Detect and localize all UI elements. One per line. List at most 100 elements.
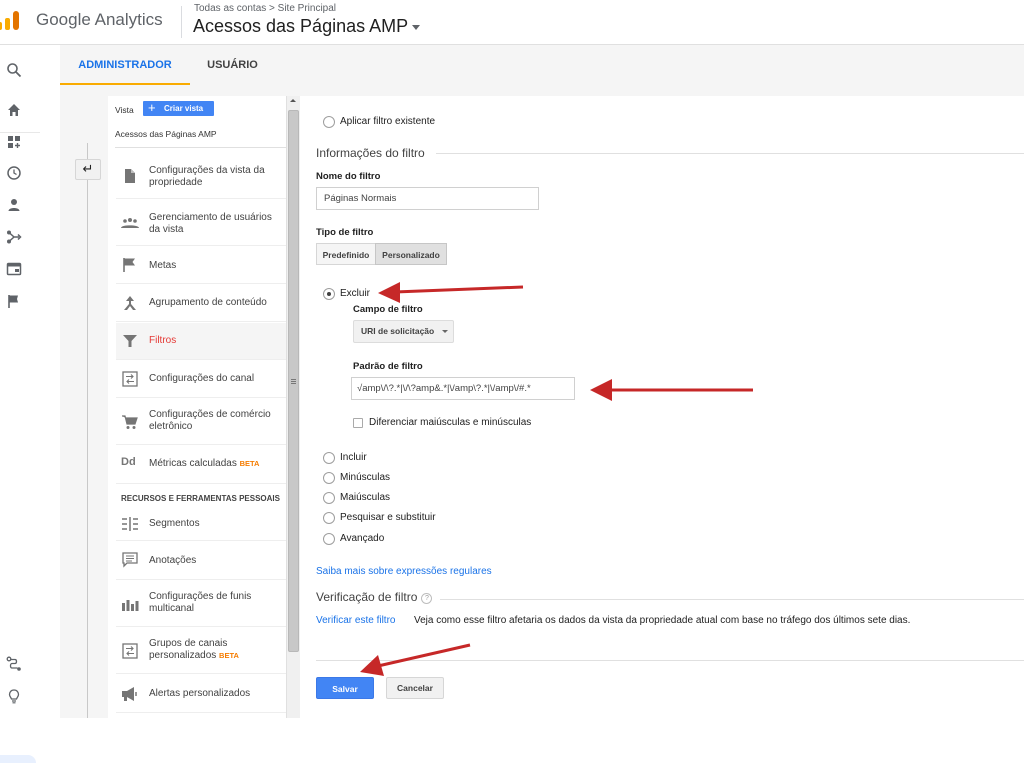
nav-item-label: Gerenciamento de usuários da vista	[149, 212, 272, 235]
uppercase-label: Maiúsculas	[340, 492, 391, 503]
personal-tools-section-title: RECURSOS E FERRAMENTAS PESSOAIS	[121, 494, 280, 503]
filter-verification-title-text: Verificação de filtro	[316, 590, 418, 604]
grip-icon	[291, 379, 296, 384]
nav-item-label: Metas	[149, 260, 177, 271]
channel-groups-icon	[122, 643, 138, 659]
document-icon	[125, 169, 135, 183]
nav-item-label-text: Métricas calculadas	[149, 458, 237, 469]
discover-lightbulb-icon[interactable]	[6, 688, 22, 704]
admin-view-column: Vista + Criar vista Acessos das Páginas …	[108, 96, 286, 718]
view-title: Acessos das Páginas AMP	[193, 16, 409, 36]
filter-field-value: URI de solicitação	[361, 326, 435, 336]
nav-item-view-settings[interactable]: Configurações da vista da propriedade	[116, 154, 286, 199]
filter-pattern-input[interactable]: √amp\/\?.*|\/\?amp&.*|\/amp\?.*|\/amp\/#…	[351, 377, 575, 400]
nav-item-label: Configurações da vista da propriedade	[149, 165, 265, 188]
home-icon[interactable]	[6, 102, 22, 118]
acquisition-icon[interactable]	[6, 229, 22, 245]
audience-person-icon[interactable]	[6, 197, 22, 213]
case-sensitive-label: Diferenciar maiúsculas e minúsculas	[369, 417, 532, 428]
nav-item-label: Configurações do canal	[149, 373, 255, 384]
help-icon[interactable]: ?	[421, 593, 433, 604]
channel-settings-icon	[122, 371, 138, 387]
nav-item-label: Métricas calculadas BETA	[149, 458, 284, 470]
form-footer-divider	[316, 660, 1024, 661]
filter-type-custom-button[interactable]: Personalizado	[375, 243, 447, 265]
nav-item-mcf-settings[interactable]: Configurações de funis multicanal	[116, 581, 286, 627]
admin-tabs: ADMINISTRADOR USUÁRIO	[60, 45, 1024, 85]
create-view-button[interactable]: + Criar vista	[143, 101, 214, 116]
view-name[interactable]: Acessos das Páginas AMP	[115, 129, 217, 139]
view-selector[interactable]: Acessos das Páginas AMP	[193, 16, 421, 37]
search-icon[interactable]	[6, 62, 22, 78]
create-view-label: Criar vista	[164, 104, 204, 113]
nav-item-content-grouping[interactable]: Agrupamento de conteúdo	[116, 285, 286, 322]
verify-filter-link[interactable]: Verificar este filtro	[316, 615, 395, 626]
search-replace-radio[interactable]	[323, 512, 335, 524]
save-button[interactable]: Salvar	[316, 677, 374, 699]
scroll-up-arrow-icon[interactable]	[290, 99, 296, 102]
annotations-icon	[122, 552, 138, 568]
conversions-flag-icon[interactable]	[6, 293, 22, 309]
realtime-clock-icon[interactable]	[6, 165, 22, 181]
search-replace-label: Pesquisar e substituir	[340, 512, 436, 523]
nav-item-label: Grupos de canais personalizados BETA	[149, 638, 284, 662]
lowercase-radio[interactable]	[323, 472, 335, 484]
nav-item-custom-channel-groups[interactable]: Grupos de canais personalizados BETA	[116, 628, 286, 674]
filter-type-predefined-button[interactable]: Predefinido	[316, 243, 376, 265]
back-button[interactable]: ↵	[75, 159, 101, 180]
filter-field-select[interactable]: URI de solicitação	[353, 320, 454, 343]
exclude-radio[interactable]	[323, 288, 335, 300]
filter-type-label: Tipo de filtro	[316, 227, 374, 238]
advanced-label: Avançado	[340, 533, 385, 544]
nav-item-label: Alertas personalizados	[149, 688, 251, 699]
section-divider	[440, 599, 1024, 600]
left-rail	[0, 45, 60, 763]
uppercase-radio[interactable]	[323, 492, 335, 504]
filter-icon	[123, 335, 137, 347]
advanced-radio[interactable]	[323, 533, 335, 545]
nav-item-filters[interactable]: Filtros	[116, 323, 286, 360]
filter-name-input[interactable]: Páginas Normais	[316, 187, 539, 210]
cancel-button[interactable]: Cancelar	[386, 677, 444, 699]
nav-item-user-management[interactable]: Gerenciamento de usuários da vista	[116, 200, 286, 246]
nav-scrollbar[interactable]	[286, 96, 300, 718]
behavior-icon[interactable]	[6, 261, 22, 277]
megaphone-icon	[122, 687, 137, 701]
nav-item-annotations[interactable]: Anotações	[116, 542, 286, 580]
nav-item-label: Anotações	[149, 555, 197, 566]
cart-icon	[122, 415, 138, 429]
content-grouping-icon	[124, 296, 136, 310]
rail-active-indicator	[0, 755, 36, 763]
apply-existing-filter-radio[interactable]	[323, 116, 335, 128]
customization-icon[interactable]	[6, 134, 22, 150]
lowercase-label: Minúsculas	[340, 472, 391, 483]
view-name-underline	[115, 147, 286, 148]
tab-administrador[interactable]: ADMINISTRADOR	[60, 45, 190, 85]
nav-item-segments[interactable]: Segmentos	[116, 508, 286, 541]
flag-icon	[123, 258, 135, 272]
users-group-icon	[121, 218, 139, 228]
scroll-thumb[interactable]	[288, 110, 299, 652]
include-radio[interactable]	[323, 452, 335, 464]
nav-item-calculated-metrics[interactable]: Dd Métricas calculadas BETA	[116, 446, 286, 484]
header-divider	[181, 6, 182, 38]
brand-name: Google Analytics	[36, 10, 163, 29]
caret-down-icon	[412, 24, 421, 30]
regex-help-link[interactable]: Saiba mais sobre expressões regulares	[316, 566, 492, 577]
attribution-icon[interactable]	[6, 656, 22, 672]
nav-item-ecommerce-settings[interactable]: Configurações de comércio eletrônico	[116, 399, 286, 445]
tab-usuario[interactable]: USUÁRIO	[190, 45, 275, 85]
breadcrumb[interactable]: Todas as contas > Site Principal	[194, 3, 336, 14]
nav-item-label-text: Grupos de canais personalizados	[149, 638, 228, 661]
nav-item-label: Configurações de comércio eletrônico	[149, 409, 271, 432]
case-sensitive-checkbox[interactable]	[353, 418, 363, 428]
view-column-label: Vista	[115, 105, 134, 115]
filter-verification-title: Verificação de filtro?	[316, 590, 433, 604]
beta-badge: BETA	[239, 459, 260, 468]
filter-form: Aplicar filtro existente Informações do …	[300, 96, 1024, 718]
section-divider	[436, 153, 1024, 154]
nav-item-custom-alerts[interactable]: Alertas personalizados	[116, 675, 286, 713]
nav-item-goals[interactable]: Metas	[116, 247, 286, 284]
beta-badge: BETA	[219, 651, 239, 660]
nav-item-channel-settings[interactable]: Configurações do canal	[116, 361, 286, 398]
